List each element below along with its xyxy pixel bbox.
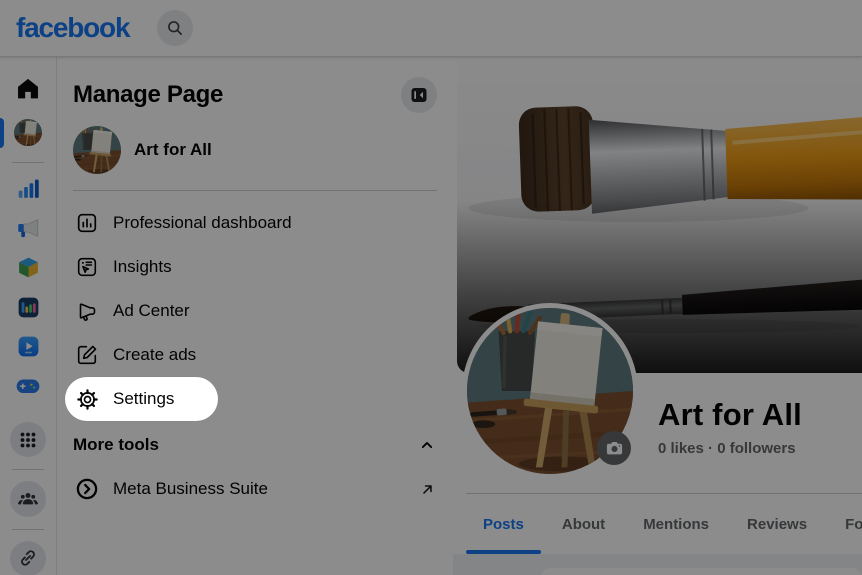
rail-divider [12,469,44,471]
search-button[interactable] [157,10,194,46]
rail-groups-button[interactable] [10,481,46,517]
facebook-logo[interactable]: facebook [16,12,131,44]
gaming-icon [16,379,40,394]
chevron-up-icon [421,442,433,448]
profile-tabs: Posts About Mentions Reviews Followers [466,494,862,554]
rail-home-icon[interactable] [14,75,42,103]
menu-item-label: Ad Center [113,301,190,320]
tab-reviews[interactable]: Reviews [730,494,824,554]
more-tools-toggle[interactable]: More tools [65,423,445,467]
menu-item-create-ads[interactable]: Create ads [65,333,445,377]
page-profile-header: Art for All 0 likes · 0 followers Posts … [453,57,862,575]
rail-gaming-icon[interactable] [14,373,42,401]
sidebar-page-name: Art for All [134,140,212,159]
active-page-indicator [0,118,4,148]
menu-item-ad-center[interactable]: Ad Center [65,289,445,333]
sidebar-page-art-for-all[interactable]: Art for All [73,126,437,174]
rail-ad-center-icon[interactable] [14,215,42,243]
content-card [541,568,862,575]
sidebar-title: Manage Page [73,81,224,108]
sidebar-divider [73,190,437,191]
menu-item-meta-business-suite[interactable]: Meta Business Suite [65,467,445,511]
rail-page-avatar[interactable] [14,119,42,147]
left-rail [0,57,57,575]
ad-center-icon [73,297,101,325]
settings-gear-icon [73,385,101,413]
sidebar-menu: Professional dashboard Insights Ad Cente… [65,201,445,421]
tab-about[interactable]: About [545,494,622,554]
video-icon [18,336,38,357]
create-ads-icon [73,341,101,369]
professional-dashboard-icon [18,297,38,318]
more-tools-label: More tools [73,435,159,454]
tab-posts[interactable]: Posts [466,494,541,554]
rail-insights-icon[interactable] [14,175,42,203]
rail-link-button[interactable] [10,540,46,575]
apps-grid-icon [20,432,36,448]
groups-icon [18,493,38,505]
home-icon [18,78,38,99]
collapse-sidebar-icon [411,88,427,102]
search-icon [168,21,183,36]
rail-divider [12,528,44,530]
page-name: Art for All [658,397,802,432]
tab-followers[interactable]: Followers [828,494,862,554]
page-avatar [73,126,121,174]
collapse-sidebar-button[interactable] [401,77,437,113]
menu-item-professional-dashboard[interactable]: Professional dashboard [65,201,445,245]
link-icon [21,550,35,566]
menu-item-label: Settings [113,389,175,408]
menu-item-label: Professional dashboard [113,213,292,232]
rail-divider [12,162,44,163]
insights-chart-icon [18,179,39,199]
facebook-manage-page-app: facebook Manage Page Art for All Profess… [0,0,862,575]
camera-icon [606,441,622,454]
edit-profile-photo-button[interactable] [597,431,631,465]
menu-item-label: Insights [113,257,172,276]
menu-item-insights[interactable]: Insights [65,245,445,289]
rail-dashboard-icon[interactable] [14,294,42,322]
external-link-icon [423,484,432,494]
top-navigation-bar: facebook [0,0,862,57]
meta-business-suite-icon [73,475,101,503]
tab-mentions[interactable]: Mentions [626,494,726,554]
commerce-cube-icon [18,257,38,278]
manage-page-sidebar: Manage Page Art for All Professional das… [57,57,453,575]
rail-video-icon[interactable] [14,333,42,361]
app-body: Manage Page Art for All Professional das… [0,57,862,575]
insights-icon [73,253,101,281]
page-avatar-thumb [14,119,42,147]
professional-dashboard-icon [73,209,101,237]
menu-item-label: Create ads [113,345,197,364]
profile-identity: Art for All 0 likes · 0 followers [658,397,802,457]
page-stats: 0 likes · 0 followers [658,440,796,457]
more-tools-list: Meta Business Suite [65,467,445,511]
rail-commerce-icon[interactable] [14,254,42,282]
rail-apps-menu[interactable] [10,422,46,458]
ad-center-megaphone-icon [18,219,39,238]
menu-item-label: Meta Business Suite [113,479,268,498]
menu-item-settings[interactable]: Settings [65,377,219,421]
